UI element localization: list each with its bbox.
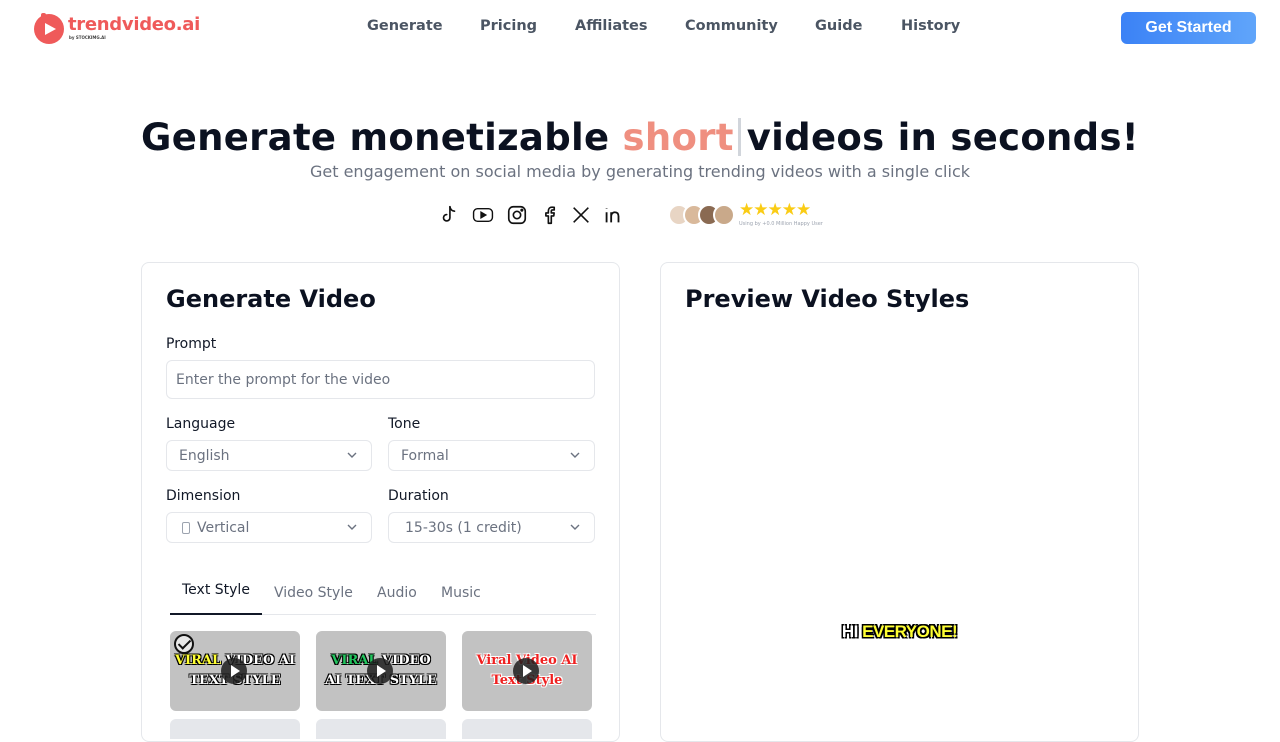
chevron-down-icon bbox=[570, 524, 580, 530]
generate-video-title: Generate Video bbox=[166, 285, 376, 313]
brand-logo[interactable]: trendvideo.ai by STOCKIMG.AI bbox=[32, 11, 200, 45]
tone-select[interactable]: Formal bbox=[388, 440, 595, 471]
preview-styles-card: Preview Video Styles HI EVERYONE! bbox=[660, 262, 1139, 742]
language-select[interactable]: English bbox=[166, 440, 372, 471]
tab-audio[interactable]: Audio bbox=[377, 585, 417, 601]
text-style-option[interactable]: VIRAL VIDEO AI TEXT STYLE bbox=[170, 631, 300, 711]
language-label: Language bbox=[166, 416, 236, 432]
prompt-input[interactable] bbox=[166, 360, 595, 399]
duration-value: 15-30s (1 credit) bbox=[405, 519, 522, 536]
rating-stars: ★★★★★ bbox=[739, 200, 811, 220]
nav-affiliates[interactable]: Affiliates bbox=[575, 18, 648, 34]
nav-community[interactable]: Community bbox=[685, 18, 778, 34]
style-sample-highlight: VIRAL bbox=[174, 653, 222, 668]
generate-video-card: Generate Video Prompt Language English T… bbox=[141, 262, 620, 742]
tone-label: Tone bbox=[388, 416, 421, 432]
chevron-down-icon bbox=[570, 452, 580, 458]
text-style-option[interactable] bbox=[462, 719, 592, 739]
nav-history[interactable]: History bbox=[901, 18, 960, 34]
tab-music[interactable]: Music bbox=[441, 585, 481, 601]
dimension-value: Vertical bbox=[197, 519, 250, 536]
style-sample-highlight: Viral bbox=[476, 653, 512, 668]
duration-select[interactable]: 15-30s (1 credit) bbox=[388, 512, 595, 543]
tiktok-icon[interactable] bbox=[437, 203, 461, 227]
check-circle-icon bbox=[174, 634, 194, 654]
instagram-icon[interactable] bbox=[505, 203, 529, 227]
brand-name: trendvideo.ai bbox=[68, 14, 201, 35]
chevron-down-icon bbox=[347, 452, 357, 458]
user-avatar bbox=[713, 203, 735, 226]
facebook-icon[interactable] bbox=[537, 203, 561, 227]
get-started-button[interactable]: Get Started bbox=[1121, 12, 1256, 44]
play-icon[interactable] bbox=[367, 658, 393, 684]
hero-title-start: Generate monetizable bbox=[141, 116, 610, 159]
youtube-icon[interactable] bbox=[469, 203, 497, 227]
text-style-option[interactable] bbox=[170, 719, 300, 739]
typing-cursor bbox=[737, 118, 741, 156]
hero-subtitle: Get engagement on social media by genera… bbox=[309, 162, 970, 181]
hero-title-end: videos in seconds! bbox=[746, 116, 1139, 159]
users-caption: Using by +0.0 Million Happy User bbox=[739, 221, 823, 227]
nav-generate[interactable]: Generate bbox=[367, 18, 443, 34]
social-icons bbox=[437, 202, 633, 228]
text-style-option[interactable] bbox=[316, 719, 446, 739]
social-proof: ★★★★★ Using by +0.0 Million Happy User bbox=[668, 202, 823, 227]
caption-highlight: EVERYONE! bbox=[862, 622, 958, 641]
duration-label: Duration bbox=[388, 488, 449, 504]
chevron-down-icon bbox=[347, 524, 357, 530]
x-icon[interactable] bbox=[569, 203, 593, 227]
phone-icon bbox=[182, 521, 190, 534]
text-style-option[interactable]: Viral Video AI Text Style bbox=[462, 631, 592, 711]
style-tabs: Text Style Video Style Audio Music bbox=[170, 577, 596, 615]
tone-value: Formal bbox=[401, 447, 449, 464]
preview-styles-title: Preview Video Styles bbox=[685, 285, 970, 313]
tab-text-style[interactable]: Text Style bbox=[182, 582, 250, 598]
nav-pricing[interactable]: Pricing bbox=[480, 18, 537, 34]
play-icon[interactable] bbox=[513, 658, 539, 684]
text-style-option[interactable]: VIRAL VIDEO AI TEXT STYLE bbox=[316, 631, 446, 711]
preview-caption: HI EVERYONE! bbox=[661, 622, 1138, 642]
hero-title: Generate monetizable short videos in seco… bbox=[0, 116, 1280, 159]
nav-guide[interactable]: Guide bbox=[815, 18, 862, 34]
language-value: English bbox=[179, 447, 230, 464]
tab-video-style[interactable]: Video Style bbox=[274, 585, 353, 601]
linkedin-icon[interactable] bbox=[601, 203, 625, 227]
dimension-label: Dimension bbox=[166, 488, 241, 504]
active-tab-indicator bbox=[170, 613, 262, 615]
brand-logo-icon bbox=[32, 11, 66, 45]
header: trendvideo.ai by STOCKIMG.AI Generate Pr… bbox=[0, 0, 1280, 56]
play-icon[interactable] bbox=[221, 658, 247, 684]
hero-title-accent: short bbox=[622, 116, 734, 159]
caption-text: HI bbox=[841, 622, 863, 641]
dimension-select[interactable]: Vertical bbox=[166, 512, 372, 543]
brand-byline: by STOCKIMG.AI bbox=[69, 35, 106, 40]
prompt-label: Prompt bbox=[166, 336, 217, 352]
